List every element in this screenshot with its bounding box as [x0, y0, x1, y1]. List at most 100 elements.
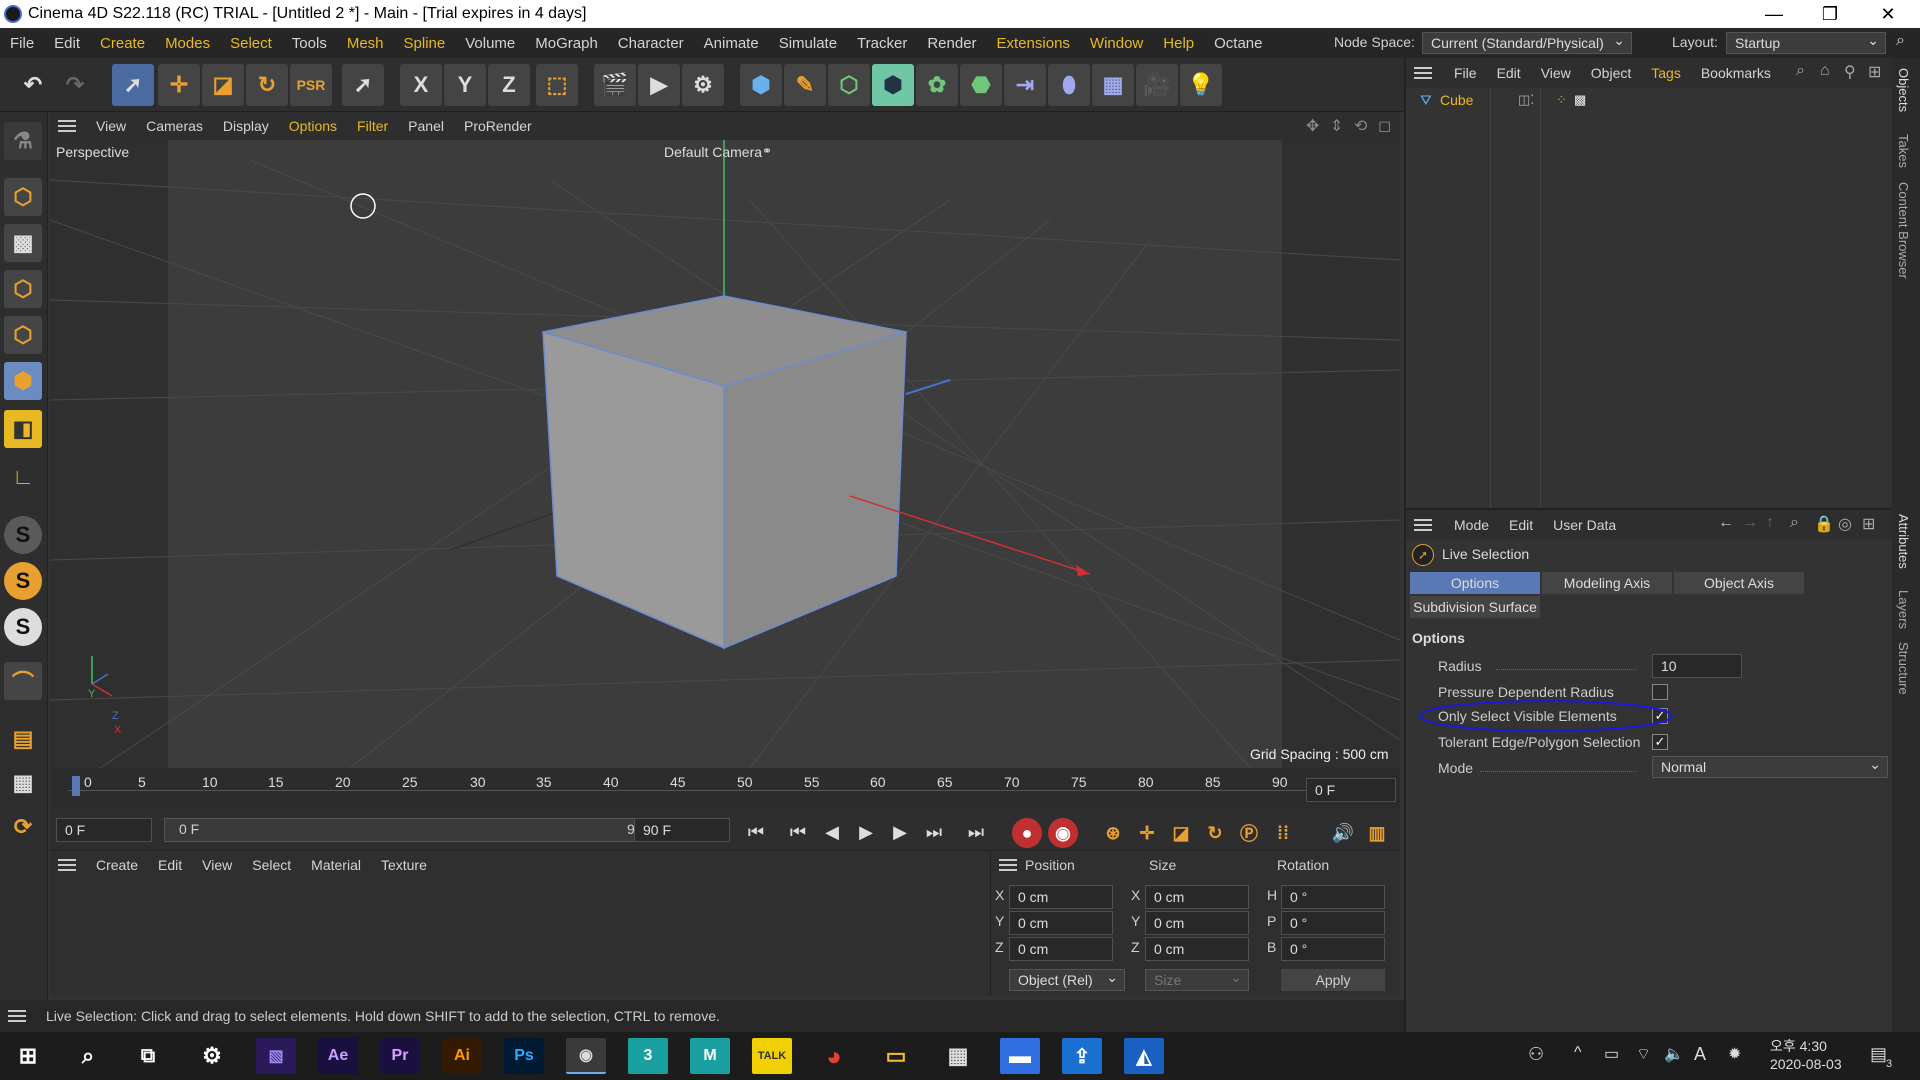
brightness-icon[interactable]: ✹ [1728, 1044, 1741, 1064]
timeline-film-icon[interactable]: ▥ [1362, 818, 1392, 848]
locked-workplane-icon[interactable]: ⟳ [4, 808, 42, 846]
side-tab-attributes[interactable]: Attributes [1896, 514, 1911, 569]
size-y-field[interactable]: 0 cm [1145, 911, 1249, 935]
coord-menu-icon[interactable] [999, 859, 1017, 871]
size-z-field[interactable]: 0 cm [1145, 937, 1249, 961]
material-menu-create[interactable]: Create [86, 857, 148, 873]
viewport-rotate-icon[interactable]: ⟲ [1354, 116, 1367, 136]
uv-mode-icon[interactable]: ◧ [4, 410, 42, 448]
floor-icon[interactable]: ▦ [1092, 64, 1134, 106]
tab-subdivision-surface[interactable]: Subdivision Surface [1410, 596, 1540, 618]
attr-menu-icon[interactable] [1414, 519, 1432, 531]
objects-search-icon[interactable]: ⌕ [1796, 62, 1805, 80]
menu-extensions[interactable]: Extensions [987, 35, 1080, 52]
texture-tag-icon[interactable]: ▩ [1574, 92, 1586, 108]
material-menu-texture[interactable]: Texture [371, 857, 437, 873]
workplane-icon[interactable]: ∟ [4, 458, 42, 496]
size-x-field[interactable]: 0 cm [1145, 885, 1249, 909]
scale-icon[interactable]: ◪ [202, 64, 244, 106]
volume-icon[interactable]: 🔈 [1664, 1044, 1684, 1064]
axis-grid-icon[interactable]: ▦ [4, 764, 42, 802]
current-frame-field[interactable]: 0 F [1306, 778, 1396, 802]
up-arrow-icon[interactable]: ↑ [1766, 514, 1774, 532]
move-icon[interactable]: ✛ [158, 64, 200, 106]
menu-octane[interactable]: Octane [1204, 35, 1272, 52]
3ds-max-icon[interactable]: 3 [628, 1038, 668, 1074]
mograph-icon[interactable]: ⬣ [960, 64, 1002, 106]
coordinate-system-icon[interactable]: ⬚ [536, 64, 578, 106]
key-selection-icon[interactable]: ⊛ [1098, 818, 1128, 848]
viewport-menu-filter[interactable]: Filter [347, 118, 398, 134]
objects-home-icon[interactable]: ⌂ [1820, 62, 1830, 80]
objects-menu-edit[interactable]: Edit [1487, 65, 1531, 81]
viewport-menu-icon[interactable] [58, 120, 76, 132]
taskbar-date[interactable]: 2020-08-03 [1770, 1056, 1842, 1072]
magnet-icon[interactable]: ⌒ [4, 662, 42, 700]
maximize-button[interactable]: ❐ [1802, 0, 1858, 28]
apply-button[interactable]: Apply [1281, 969, 1385, 991]
objects-menu-bookmarks[interactable]: Bookmarks [1691, 65, 1781, 81]
go-to-next-key-icon[interactable]: ⏭ [920, 818, 948, 846]
tray-chevron-icon[interactable]: ^ [1574, 1044, 1582, 1062]
attr-search-icon[interactable]: ⌕ [1790, 514, 1799, 532]
quantize-icon[interactable]: S [4, 608, 42, 646]
cinema4d-taskbar-icon[interactable]: ◉ [566, 1038, 606, 1074]
tab-modeling-axis[interactable]: Modeling Axis [1542, 572, 1672, 594]
viewport-move-icon[interactable]: ✥ [1306, 116, 1319, 136]
go-to-previous-key-icon[interactable]: ⏮ [784, 818, 812, 846]
battery-icon[interactable]: ▭ [1604, 1044, 1619, 1064]
texture-mode-icon[interactable]: ▩ [4, 224, 42, 262]
material-menu-view[interactable]: View [192, 857, 242, 873]
material-menu-material[interactable]: Material [301, 857, 371, 873]
minimize-button[interactable]: — [1746, 0, 1802, 28]
menu-tracker[interactable]: Tracker [847, 35, 917, 52]
menu-character[interactable]: Character [608, 35, 694, 52]
photos-icon[interactable]: ◭ [1124, 1038, 1164, 1074]
polygons-mode-icon[interactable]: ⬢ [4, 362, 42, 400]
menu-modes[interactable]: Modes [155, 35, 220, 52]
target-icon[interactable]: ◎ [1838, 514, 1852, 534]
menu-tools[interactable]: Tools [282, 35, 337, 52]
key-rotation-icon[interactable]: ↻ [1200, 818, 1230, 848]
viewport-maximize-icon[interactable]: ◻ [1378, 116, 1391, 136]
chrome-icon[interactable]: ◕ [814, 1038, 854, 1074]
pos-z-field[interactable]: 0 cm [1009, 937, 1113, 961]
autokey-icon[interactable]: ◉ [1048, 818, 1078, 848]
side-tab-content-browser[interactable]: Content Browser [1896, 182, 1911, 279]
side-tab-layers[interactable]: Layers [1896, 590, 1911, 629]
attr-new-window-icon[interactable]: ⊞ [1862, 514, 1875, 534]
undo-icon[interactable]: ↶ [12, 64, 54, 106]
settings-gear-icon[interactable]: ⚙ [192, 1038, 232, 1074]
side-tab-objects[interactable]: Objects [1896, 68, 1911, 112]
psr-icon[interactable]: PSR [290, 64, 332, 106]
task-view-icon[interactable]: ⧉ [128, 1038, 168, 1074]
y-axis-lock[interactable]: Y [444, 64, 486, 106]
menu-mograph[interactable]: MoGraph [525, 35, 608, 52]
render-settings-icon[interactable]: ⚙ [682, 64, 724, 106]
next-frame-icon[interactable]: ▶ [886, 818, 914, 846]
taskbar-app-icon[interactable]: ▧ [256, 1038, 296, 1074]
menu-help[interactable]: Help [1153, 35, 1204, 52]
camera-icon[interactable]: 🎥 [1136, 64, 1178, 106]
node-space-dropdown[interactable]: Current (Standard/Physical) [1422, 30, 1632, 54]
go-to-start-icon[interactable]: ⏮ [742, 818, 770, 846]
objects-menu-icon[interactable] [1414, 67, 1432, 79]
file-explorer-icon[interactable]: ▭ [876, 1038, 916, 1074]
menu-select[interactable]: Select [220, 35, 282, 52]
render-to-picture-viewer-icon[interactable]: ▶ [638, 64, 680, 106]
play-icon[interactable]: ▶ [852, 818, 880, 846]
attr-menu-mode[interactable]: Mode [1444, 517, 1499, 533]
timeline-ruler[interactable]: 0 5 10 15 20 25 30 35 40 45 50 55 60 65 … [50, 768, 1400, 810]
objects-menu-object[interactable]: Object [1581, 65, 1641, 81]
tab-object-axis[interactable]: Object Axis [1674, 572, 1804, 594]
back-arrow-icon[interactable]: ← [1718, 514, 1734, 532]
side-tab-takes[interactable]: Takes [1896, 134, 1911, 168]
menu-spline[interactable]: Spline [394, 35, 456, 52]
render-view-icon[interactable]: 🎬 [594, 64, 636, 106]
people-icon[interactable]: ⚇ [1528, 1044, 1544, 1065]
objects-new-window-icon[interactable]: ⊞ [1868, 62, 1881, 82]
key-scale-icon[interactable]: ◪ [1166, 818, 1196, 848]
notification-icon[interactable]: ▤ [1870, 1044, 1887, 1065]
size-mode-dropdown[interactable]: Size [1145, 967, 1249, 991]
spline-pen-icon[interactable]: ✎ [784, 64, 826, 106]
